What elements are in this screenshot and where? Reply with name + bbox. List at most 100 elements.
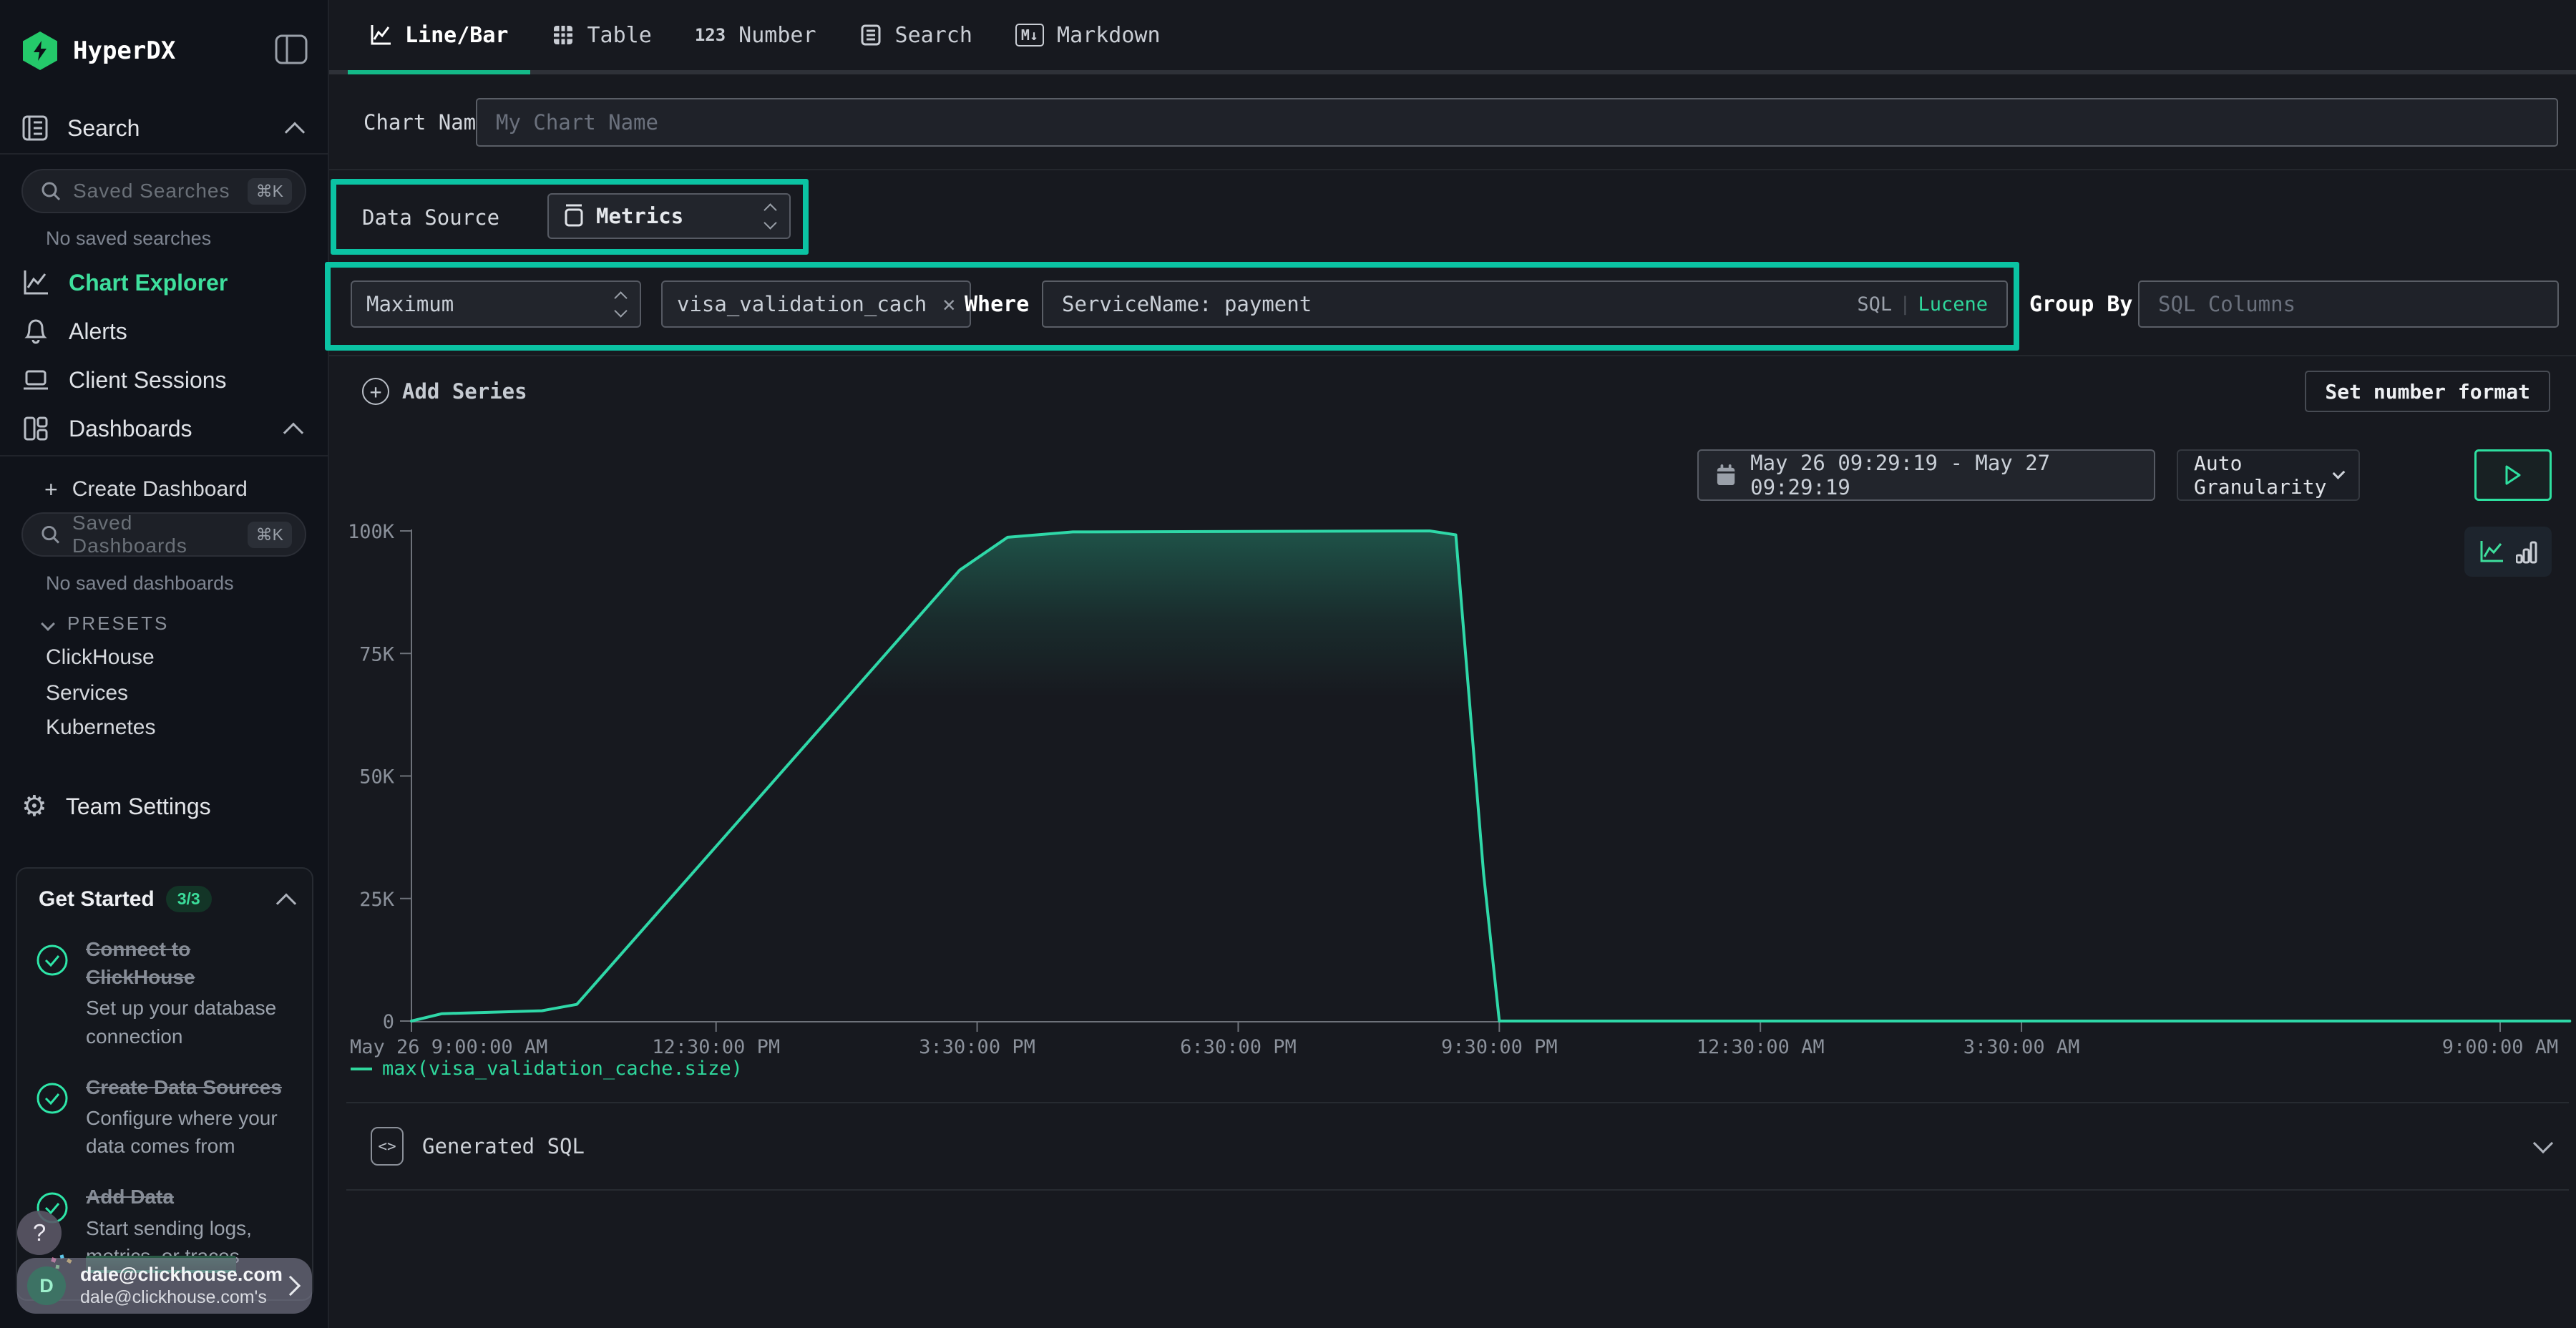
divider	[0, 153, 328, 155]
toggle-separator: |	[1892, 293, 1918, 316]
y-tick-label: 100K	[348, 521, 395, 543]
chart-svg: 025K50K75K100KMay 26 9:00:00 AM12:30:00 …	[329, 501, 2576, 1088]
x-tick-label: 9:30:00 PM	[1441, 1036, 1558, 1058]
x-tick-label: 12:30:00 AM	[1697, 1036, 1825, 1058]
preset-clickhouse[interactable]: ClickHouse	[46, 645, 155, 670]
no-saved-dashboards-text: No saved dashboards	[46, 572, 234, 595]
table-icon	[552, 24, 575, 47]
check-circle-icon	[36, 944, 69, 977]
team-settings-label: Team Settings	[66, 794, 211, 820]
hyperdx-logo-icon	[23, 31, 57, 70]
chart-type-tabs: Line/Bar Table 123 Number Search M↓ Mark…	[329, 0, 2576, 74]
chevron-down-icon	[2533, 1133, 2553, 1153]
granularity-select[interactable]: Auto Granularity	[2177, 449, 2360, 501]
sidebar-item-search[interactable]: Search	[0, 104, 328, 152]
preset-kubernetes[interactable]: Kubernetes	[46, 716, 155, 740]
preset-services[interactable]: Services	[46, 681, 128, 706]
metric-tag-label: visa_validation_cach	[677, 292, 927, 316]
presets-toggle[interactable]: PRESETS	[43, 612, 169, 635]
sidebar-item-alerts[interactable]: Alerts	[0, 308, 328, 355]
checklist-title: Create Data Sources	[86, 1073, 295, 1101]
markdown-icon: M↓	[1015, 24, 1044, 47]
line-chart-icon	[369, 24, 392, 47]
checklist-item[interactable]: Create Data Sources Configure where your…	[17, 1058, 312, 1168]
presets-label: PRESETS	[67, 612, 169, 635]
gear-icon: ⚙	[21, 790, 47, 823]
get-started-badge: 3/3	[166, 886, 212, 912]
code-icon: <>	[371, 1127, 404, 1166]
close-icon[interactable]: ✕	[942, 292, 955, 317]
saved-searches-input[interactable]: Saved Searches ⌘K	[21, 169, 306, 213]
set-number-format-button[interactable]: Set number format	[2305, 371, 2550, 412]
checklist-desc: Set up your database connection	[86, 994, 295, 1050]
database-icon	[563, 204, 585, 228]
aggregation-select[interactable]: Maximum	[351, 280, 641, 328]
avatar: D	[27, 1266, 66, 1305]
search-icon	[40, 524, 61, 545]
sidebar: HyperDX Search Saved Searches ⌘K No save…	[0, 0, 329, 1328]
y-tick-label: 0	[383, 1011, 394, 1033]
data-source-value: Metrics	[596, 204, 683, 228]
shortcut-badge: ⌘K	[248, 178, 292, 205]
tab-number[interactable]: 123 Number	[673, 0, 838, 70]
y-tick-label: 25K	[359, 889, 395, 911]
legend-label: max(visa_validation_cache.size)	[382, 1058, 743, 1080]
laptop-icon	[21, 366, 50, 394]
x-tick-label: 3:30:00 PM	[919, 1036, 1035, 1058]
sidebar-item-team-settings[interactable]: ⚙ Team Settings	[0, 783, 328, 830]
help-button[interactable]: ?	[17, 1211, 62, 1255]
metric-tag[interactable]: visa_validation_cach ✕	[661, 280, 971, 328]
tab-search[interactable]: Search	[838, 0, 994, 70]
set-number-format-label: Set number format	[2325, 380, 2530, 404]
plus-circle-icon: +	[362, 378, 389, 405]
create-dashboard-label: Create Dashboard	[72, 477, 248, 502]
create-dashboard-button[interactable]: + Create Dashboard	[44, 471, 248, 508]
sidebar-collapse-icon[interactable]	[275, 34, 308, 68]
plus-icon: +	[44, 477, 58, 503]
date-range-value: May 26 09:29:19 - May 27 09:29:19	[1750, 451, 2137, 499]
user-menu[interactable]: D dale@clickhouse.com dale@clickhouse.co…	[17, 1258, 312, 1314]
group-by-input[interactable]: SQL Columns	[2138, 280, 2559, 328]
checklist-desc: Configure where your data comes from	[86, 1104, 295, 1160]
legend-swatch	[351, 1068, 372, 1070]
main-content: Line/Bar Table 123 Number Search M↓ Mark…	[329, 0, 2576, 1328]
y-tick-label: 50K	[359, 766, 395, 788]
app-title: HyperDX	[73, 36, 175, 65]
chart-legend[interactable]: max(visa_validation_cache.size)	[351, 1058, 743, 1080]
x-tick-label: May 26 9:00:00 AM	[350, 1036, 547, 1058]
run-query-button[interactable]	[2474, 449, 2552, 501]
divider	[329, 355, 2576, 356]
dashboards-icon	[21, 414, 50, 443]
get-started-header[interactable]: Get Started 3/3	[17, 869, 312, 919]
group-by-placeholder: SQL Columns	[2158, 292, 2296, 316]
lucene-toggle[interactable]: Lucene	[1918, 293, 1988, 316]
saved-dashboards-input[interactable]: Saved Dashboards ⌘K	[21, 512, 306, 557]
saved-searches-placeholder: Saved Searches	[73, 180, 230, 202]
tab-table[interactable]: Table	[530, 0, 673, 70]
tab-markdown[interactable]: M↓ Markdown	[994, 0, 1182, 70]
where-value: ServiceName: payment	[1062, 292, 1312, 316]
search-icon	[40, 180, 62, 202]
granularity-value: Auto Granularity	[2194, 451, 2335, 499]
generated-sql-toggle[interactable]: <> Generated SQL	[346, 1102, 2569, 1191]
help-label: ?	[33, 1219, 46, 1246]
logo-row: HyperDX	[23, 26, 308, 76]
updown-chevrons-icon	[766, 205, 775, 228]
tab-line-bar[interactable]: Line/Bar	[348, 0, 530, 70]
chart-name-placeholder: My Chart Name	[496, 110, 658, 135]
sidebar-item-chart-explorer[interactable]: Chart Explorer	[0, 259, 328, 306]
sidebar-item-dashboards[interactable]: Dashboards	[0, 405, 328, 452]
add-series-button[interactable]: + Add Series	[362, 378, 527, 405]
tab-label: Line/Bar	[405, 23, 509, 48]
aggregation-value: Maximum	[366, 292, 454, 316]
date-range-input[interactable]: May 26 09:29:19 - May 27 09:29:19	[1697, 449, 2155, 501]
tab-label: Table	[587, 23, 652, 48]
sidebar-item-client-sessions[interactable]: Client Sessions	[0, 356, 328, 404]
chart-name-input[interactable]: My Chart Name	[476, 98, 2558, 147]
checklist-item[interactable]: Connect to ClickHouse Set up your databa…	[17, 919, 312, 1058]
x-tick-label: 12:30:00 PM	[652, 1036, 780, 1058]
data-source-select[interactable]: Metrics	[547, 193, 791, 239]
where-input[interactable]: ServiceName: payment SQL|Lucene	[1042, 280, 2008, 328]
sql-toggle[interactable]: SQL	[1857, 293, 1892, 316]
tab-label: Search	[895, 23, 972, 48]
